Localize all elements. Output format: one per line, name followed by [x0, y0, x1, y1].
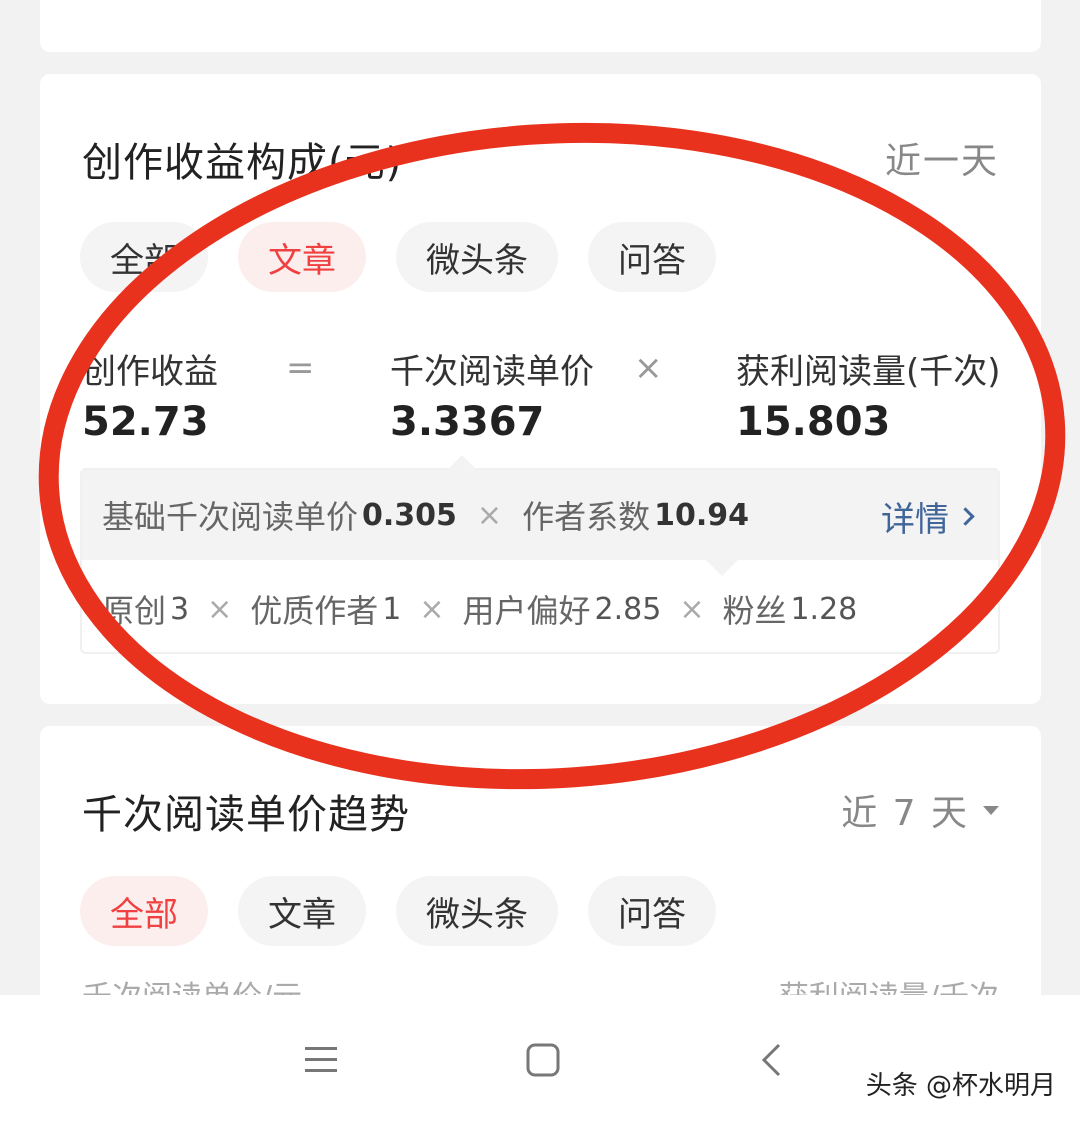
times-sign: × — [207, 591, 233, 627]
menu-button[interactable] — [296, 1035, 346, 1085]
reads-metric: 获利阅读量(千次) 15.803 — [736, 344, 1001, 445]
base-rpm-label: 基础千次阅读单价 — [102, 498, 359, 536]
times-sign: × — [419, 591, 445, 627]
earnings-period-selector[interactable]: 近一天 — [885, 132, 999, 184]
factor-original-value: 3 — [170, 591, 190, 627]
earnings-tab-article[interactable]: 文章 — [238, 222, 366, 292]
trend-period-selector[interactable]: 近 7 天 — [841, 784, 999, 836]
earnings-tabs: 全部 文章 微头条 问答 — [80, 222, 716, 292]
watermark-text: 头条 @杯水明月 — [865, 1071, 1056, 1101]
author-factors-row: 原创 3 × 优质作者 1 × 用户偏好 2.85 × 粉丝 1.28 — [102, 586, 857, 632]
reads-metric-value: 15.803 — [736, 399, 891, 445]
trend-tab-micro[interactable]: 微头条 — [396, 876, 558, 946]
equals-sign: = — [286, 348, 315, 388]
home-square-icon — [526, 1043, 560, 1077]
reads-metric-label: 获利阅读量(千次) — [736, 352, 1001, 392]
factor-quality-value: 1 — [382, 591, 402, 627]
times-sign: × — [679, 591, 705, 627]
factor-preference-label: 用户偏好 — [462, 592, 591, 630]
base-rpm-value: 0.305 — [362, 497, 457, 533]
home-button[interactable] — [518, 1035, 568, 1085]
rpm-metric: 千次阅读单价 3.3367 — [390, 344, 594, 445]
earnings-tab-all[interactable]: 全部 — [80, 222, 208, 292]
author-coef-label: 作者系数 — [522, 498, 651, 536]
menu-icon — [305, 1047, 337, 1072]
rpm-metric-label: 千次阅读单价 — [390, 352, 594, 392]
trend-tab-all[interactable]: 全部 — [80, 876, 208, 946]
earnings-composition-card: 创作收益构成(元) 近一天 全部 文章 微头条 问答 创作收益 52.73 = … — [40, 74, 1041, 704]
trend-card-title: 千次阅读单价趋势 — [82, 792, 410, 838]
earnings-card-title: 创作收益构成(元) — [82, 140, 403, 186]
coef-pointer — [706, 560, 738, 576]
app-screen: 创作收益构成(元) 近一天 全部 文章 微头条 问答 创作收益 52.73 = … — [0, 0, 1080, 1124]
back-button[interactable] — [746, 1035, 796, 1085]
trend-tab-qa[interactable]: 问答 — [588, 876, 716, 946]
earnings-metric: 创作收益 52.73 — [82, 344, 218, 445]
rpm-detail-box: 基础千次阅读单价 0.305 × 作者系数 10.94 详情 原创 3 × 优质… — [80, 455, 1000, 654]
details-link-label: 详情 — [881, 500, 949, 540]
trend-tabs: 全部 文章 微头条 问答 — [80, 876, 716, 946]
details-link[interactable]: 详情 — [881, 492, 975, 541]
author-coef-value: 10.94 — [654, 497, 749, 533]
earnings-tab-micro[interactable]: 微头条 — [396, 222, 558, 292]
rpm-metric-value: 3.3367 — [390, 399, 545, 445]
chevron-right-icon — [956, 507, 975, 526]
earnings-tab-qa[interactable]: 问答 — [588, 222, 716, 292]
rpm-breakdown-row: 基础千次阅读单价 0.305 × 作者系数 10.94 — [82, 470, 998, 560]
back-arrow-icon — [761, 1043, 781, 1077]
factor-fans-label: 粉丝 — [722, 592, 787, 630]
caret-down-icon — [983, 805, 999, 815]
factor-fans-value: 1.28 — [790, 591, 858, 627]
factor-preference-value: 2.85 — [594, 591, 662, 627]
rpm-trend-card: 千次阅读单价趋势 近 7 天 全部 文章 微头条 问答 千次阅读单价/元 获利阅… — [40, 726, 1041, 1026]
detail-pointer — [446, 455, 478, 471]
previous-card — [40, 0, 1041, 52]
earnings-metric-value: 52.73 — [82, 399, 209, 445]
factor-quality-label: 优质作者 — [250, 592, 379, 630]
earnings-formula: 创作收益 52.73 = 千次阅读单价 3.3367 × 获利阅读量(千次) 1… — [40, 344, 1041, 445]
times-sign: × — [634, 348, 663, 388]
trend-tab-article[interactable]: 文章 — [238, 876, 366, 946]
trend-period-label: 近 7 天 — [841, 793, 969, 834]
system-nav-bar: 头条 @杯水明月 — [0, 995, 1080, 1124]
times-sign: × — [476, 497, 503, 533]
earnings-metric-label: 创作收益 — [82, 352, 218, 392]
factor-original-label: 原创 — [102, 592, 167, 630]
